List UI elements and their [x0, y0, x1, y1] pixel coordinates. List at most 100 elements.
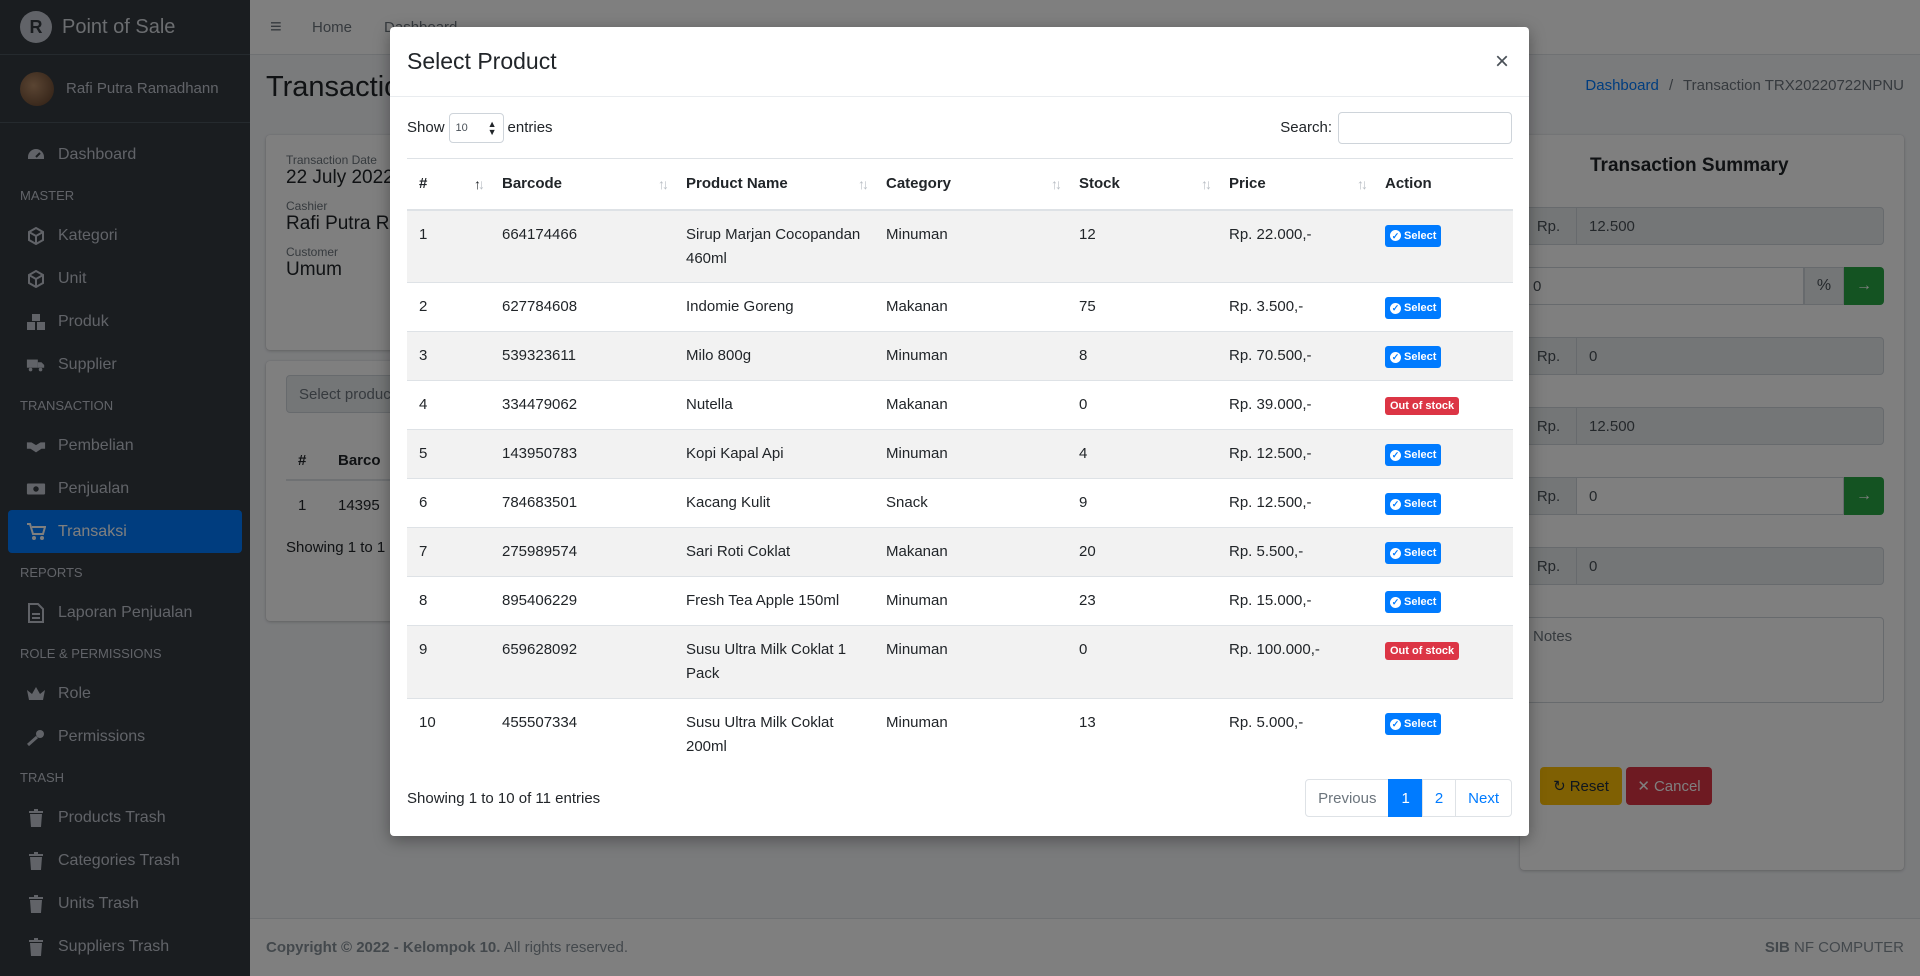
check-circle-icon: ✓ — [1390, 498, 1401, 510]
table-row: 6 784683501 Kacang Kulit Snack 9 Rp. 12.… — [407, 478, 1513, 528]
cell-barcode: 455507334 — [490, 698, 674, 772]
modal-body: Show 10 ▲ ▼ entries Search: # ↑↓ Barcode ↑↓… — [390, 97, 1529, 772]
cell-product-name: Susu Ultra Milk Coklat 1 Pack — [674, 625, 874, 699]
entries-value: 10 — [455, 121, 468, 134]
cell-barcode: 334479062 — [490, 380, 674, 430]
select-button[interactable]: ✓ Select — [1385, 346, 1442, 368]
cell-price: Rp. 12.500,- — [1217, 429, 1373, 479]
col-header-label: Category — [886, 175, 952, 193]
table-row: 8 895406229 Fresh Tea Apple 150ml Minuma… — [407, 576, 1513, 626]
cell-action: ✓ Select — [1373, 527, 1513, 577]
cell-action: Out of stock — [1373, 625, 1513, 699]
check-circle-icon: ✓ — [1390, 230, 1401, 241]
table-row: 1 664174466 Sirup Marjan Cocopandan 460m… — [407, 209, 1513, 283]
col-header-stock[interactable]: Stock ↑↓ — [1067, 158, 1217, 211]
out-of-stock-badge: Out of stock — [1385, 642, 1460, 660]
pagination-next[interactable]: Next — [1455, 779, 1512, 817]
check-circle-icon: ✓ — [1390, 449, 1401, 461]
check-circle-icon: ✓ — [1390, 596, 1401, 608]
cell-category: Minuman — [874, 429, 1067, 479]
select-button[interactable]: ✓ Select — [1385, 224, 1442, 247]
select-label: Select — [1404, 302, 1437, 314]
select-label: Select — [1404, 351, 1437, 363]
entries-length-control: Show 10 ▲ ▼ entries — [407, 112, 553, 143]
table-row: 4 334479062 Nutella Makanan 0 Rp. 39.000… — [407, 380, 1513, 430]
cell-action: ✓ Select — [1373, 698, 1513, 772]
table-row: 5 143950783 Kopi Kapal Api Minuman 4 Rp.… — [407, 429, 1513, 479]
col-header-label: # — [419, 175, 428, 193]
cell-stock: 0 — [1067, 625, 1217, 699]
col-header-category[interactable]: Category ↑↓ — [874, 158, 1067, 211]
cell-stock: 0 — [1067, 380, 1217, 430]
pagination: Previous 1 2 Next — [1305, 779, 1512, 817]
modal-header: Select Product × — [390, 27, 1529, 97]
col-header-product-name[interactable]: Product Name ↑↓ — [674, 158, 874, 211]
cell-category: Minuman — [874, 698, 1067, 772]
col-header-label: Action — [1385, 175, 1432, 193]
cell-category: Minuman — [874, 625, 1067, 699]
modal-title: Select Product — [407, 48, 557, 74]
entries-select[interactable]: 10 ▲ ▼ — [448, 112, 504, 143]
cell-price: Rp. 5.500,- — [1217, 527, 1373, 577]
cell-category: Makanan — [874, 380, 1067, 430]
select-product-modal: Select Product × Show 10 ▲ ▼ entries Sear… — [390, 27, 1529, 836]
check-circle-icon: ✓ — [1390, 547, 1401, 559]
search-input[interactable] — [1338, 111, 1512, 144]
table-info: Showing 1 to 10 of 11 entries — [407, 789, 601, 807]
cell-product-name: Fresh Tea Apple 150ml — [674, 576, 874, 626]
col-header-label: Barcode — [502, 175, 563, 193]
cell-no: 7 — [407, 527, 490, 577]
cell-price: Rp. 3.500,- — [1217, 282, 1373, 332]
col-header-action: Action — [1373, 158, 1513, 211]
table-search: Search: — [1280, 111, 1512, 144]
pagination-previous[interactable]: Previous — [1305, 779, 1390, 817]
cell-barcode: 895406229 — [490, 576, 674, 626]
col-header-no[interactable]: # ↑↓ — [407, 158, 490, 211]
search-label: Search: — [1280, 119, 1332, 136]
cell-no: 1 — [407, 209, 490, 283]
datatable-footer: Showing 1 to 10 of 11 entries Previous 1… — [407, 779, 1512, 817]
check-circle-icon: ✓ — [1390, 351, 1401, 363]
select-label: Select — [1404, 596, 1437, 608]
cell-action: ✓ Select — [1373, 282, 1513, 332]
cell-category: Minuman — [874, 576, 1067, 626]
cell-stock: 23 — [1067, 576, 1217, 626]
cell-category: Minuman — [874, 331, 1067, 381]
select-button[interactable]: ✓ Select — [1385, 493, 1442, 515]
cell-barcode: 627784608 — [490, 282, 674, 332]
cell-price: Rp. 15.000,- — [1217, 576, 1373, 626]
cell-stock: 13 — [1067, 698, 1217, 772]
cell-price: Rp. 12.500,- — [1217, 478, 1373, 528]
cell-stock: 12 — [1067, 209, 1217, 283]
pagination-page-2[interactable]: 2 — [1421, 779, 1457, 817]
cell-product-name: Kopi Kapal Api — [674, 429, 874, 479]
table-row: 2 627784608 Indomie Goreng Makanan 75 Rp… — [407, 282, 1513, 332]
table-row: 3 539323611 Milo 800g Minuman 8 Rp. 70.5… — [407, 331, 1513, 381]
select-button[interactable]: ✓ Select — [1385, 444, 1442, 466]
cell-no: 4 — [407, 380, 490, 430]
select-button[interactable]: ✓ Select — [1385, 713, 1442, 735]
entries-label: entries — [507, 119, 553, 136]
check-circle-icon: ✓ — [1390, 718, 1401, 730]
col-header-price[interactable]: Price ↑↓ — [1217, 158, 1373, 211]
cell-no: 5 — [407, 429, 490, 479]
sort-updown-icon: ▲ ▼ — [487, 118, 497, 137]
select-button[interactable]: ✓ Select — [1385, 591, 1442, 613]
select-label: Select — [1404, 229, 1437, 242]
select-button[interactable]: ✓ Select — [1385, 542, 1442, 564]
cell-price: Rp. 70.500,- — [1217, 331, 1373, 381]
close-icon[interactable]: × — [1492, 48, 1512, 76]
col-header-barcode[interactable]: Barcode ↑↓ — [490, 158, 674, 211]
select-button[interactable]: ✓ Select — [1385, 297, 1442, 319]
cell-product-name: Indomie Goreng — [674, 282, 874, 332]
cell-category: Minuman — [874, 209, 1067, 283]
cell-action: ✓ Select — [1373, 209, 1513, 283]
cell-barcode: 664174466 — [490, 209, 674, 283]
pagination-page-1[interactable]: 1 — [1388, 779, 1423, 817]
cell-barcode: 539323611 — [490, 331, 674, 381]
cell-barcode: 143950783 — [490, 429, 674, 479]
table-row: 7 275989574 Sari Roti Coklat Makanan 20 … — [407, 527, 1513, 577]
products-table: # ↑↓ Barcode ↑↓ Product Name ↑↓ Category ↑↓ … — [407, 158, 1513, 772]
col-header-label: Product Name — [686, 175, 788, 193]
cell-barcode: 275989574 — [490, 527, 674, 577]
